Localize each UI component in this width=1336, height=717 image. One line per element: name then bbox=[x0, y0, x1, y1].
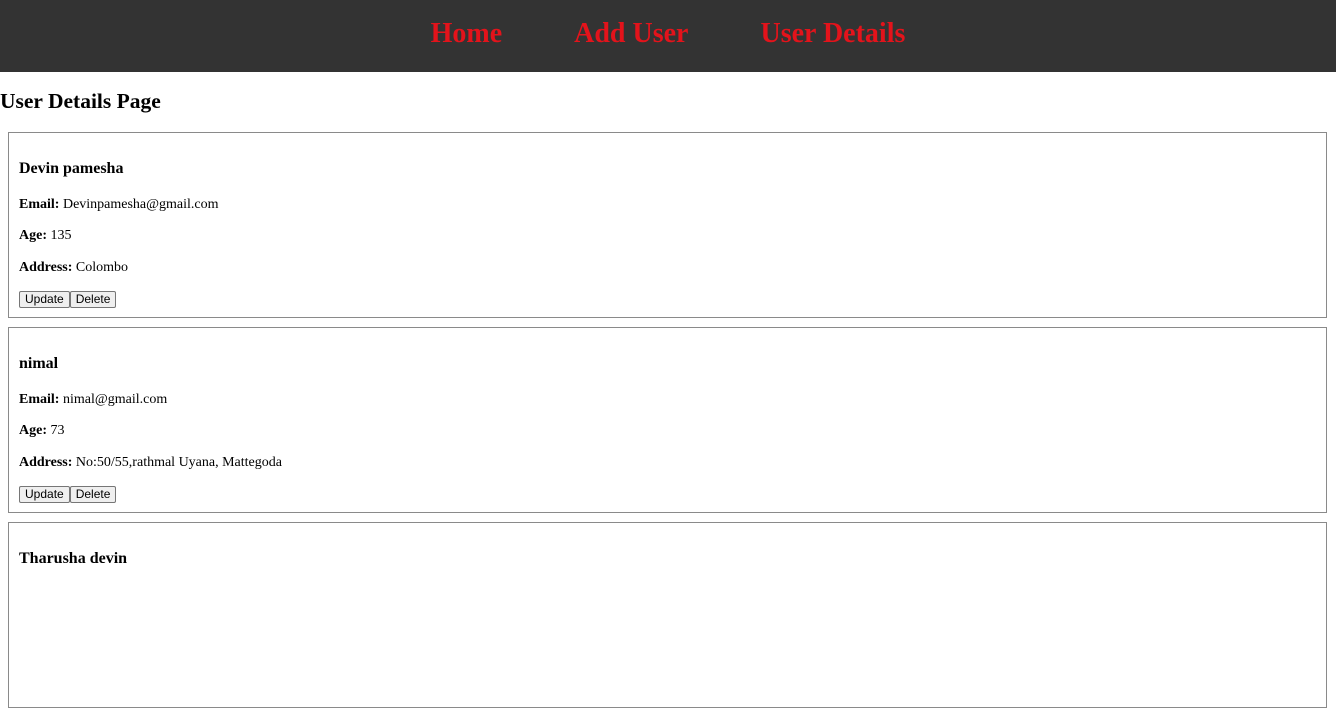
address-value: No:50/55,rathmal Uyana, Mattegoda bbox=[75, 455, 282, 470]
user-age: Age: 135 bbox=[19, 227, 72, 245]
address-label: Address: bbox=[19, 455, 73, 470]
user-email: Email: Devinpamesha@gmail.com bbox=[19, 196, 219, 214]
user-card: nimal Email: nimal@gmail.com Age: 73 Add… bbox=[8, 327, 1327, 513]
user-email: Email: nimal@gmail.com bbox=[19, 391, 167, 409]
delete-button[interactable]: Delete bbox=[69, 291, 117, 308]
top-navbar: Home Add User User Details bbox=[0, 0, 1336, 72]
user-name: Devin pamesha bbox=[19, 160, 124, 177]
email-value: nimal@gmail.com bbox=[62, 392, 168, 407]
delete-button[interactable]: Delete bbox=[69, 486, 117, 503]
nav-link-user-details[interactable]: User Details bbox=[760, 20, 905, 48]
age-label: Age: bbox=[19, 228, 47, 243]
user-name: nimal bbox=[19, 355, 59, 372]
age-label: Age: bbox=[19, 423, 47, 438]
nav-link-home[interactable]: Home bbox=[431, 20, 503, 48]
user-card: Tharusha devin bbox=[8, 522, 1327, 708]
nav-link-add-user[interactable]: Add User bbox=[574, 20, 688, 48]
page-title: User Details Page bbox=[0, 89, 161, 113]
address-label: Address: bbox=[19, 260, 73, 275]
age-value: 135 bbox=[50, 228, 72, 243]
user-address: Address: Colombo bbox=[19, 259, 128, 277]
age-value: 73 bbox=[50, 423, 65, 438]
email-value: Devinpamesha@gmail.com bbox=[62, 197, 219, 212]
user-actions: Update Delete bbox=[19, 486, 117, 503]
user-card: Devin pamesha Email: Devinpamesha@gmail.… bbox=[8, 132, 1327, 318]
user-list: Devin pamesha Email: Devinpamesha@gmail.… bbox=[8, 132, 1327, 717]
address-value: Colombo bbox=[75, 260, 129, 275]
email-label: Email: bbox=[19, 197, 60, 212]
user-age: Age: 73 bbox=[19, 422, 65, 440]
user-address: Address: No:50/55,rathmal Uyana, Mattego… bbox=[19, 454, 282, 472]
user-actions: Update Delete bbox=[19, 291, 117, 308]
user-name: Tharusha devin bbox=[19, 550, 128, 567]
update-button[interactable]: Update bbox=[19, 486, 70, 503]
update-button[interactable]: Update bbox=[19, 291, 70, 308]
email-label: Email: bbox=[19, 392, 60, 407]
